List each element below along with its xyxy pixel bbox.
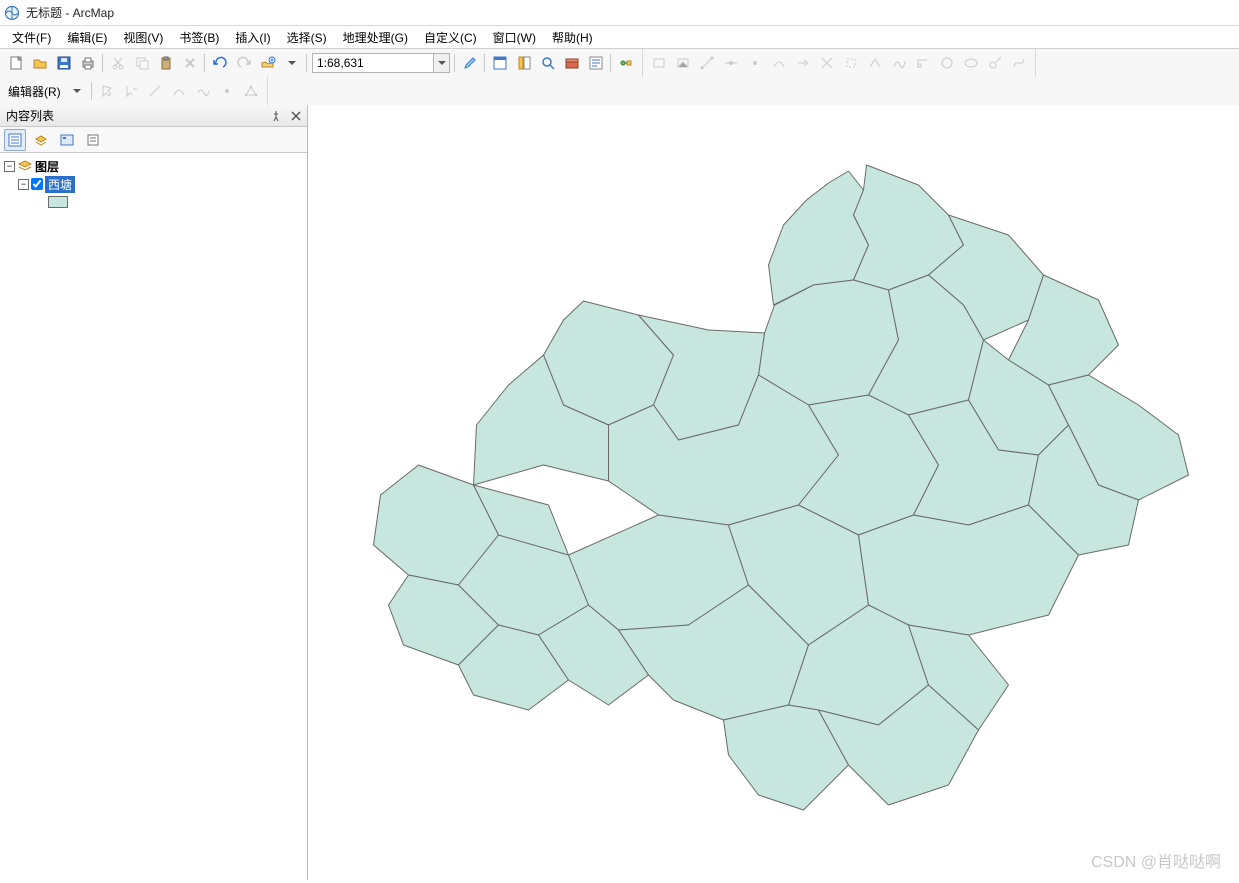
- toc-tab-source[interactable]: [30, 129, 52, 151]
- draw-square-icon[interactable]: [840, 52, 862, 74]
- toc-tree: − 图层 − 西塘: [0, 153, 307, 880]
- toc-title-bar: 内容列表: [0, 105, 307, 127]
- toc-title: 内容列表: [6, 107, 54, 124]
- editor-tb-icon[interactable]: [459, 52, 481, 74]
- cut-button[interactable]: [107, 52, 129, 74]
- separator: [304, 52, 310, 74]
- draw-arc-icon[interactable]: [768, 52, 790, 74]
- menu-bar: 文件(F) 编辑(E) 视图(V) 书签(B) 插入(I) 选择(S) 地理处理…: [0, 26, 1239, 48]
- redo-button[interactable]: [233, 52, 255, 74]
- toc-window-button[interactable]: [489, 52, 511, 74]
- separator: [482, 52, 488, 74]
- drawing-toolbar: [643, 49, 1036, 77]
- draw-circle-icon[interactable]: [936, 52, 958, 74]
- draw-rect-icon[interactable]: [648, 52, 670, 74]
- toc-tab-visibility[interactable]: [56, 129, 78, 151]
- undo-button[interactable]: [209, 52, 231, 74]
- edit-tool-icon[interactable]: [96, 80, 118, 102]
- add-data-dd[interactable]: [281, 52, 303, 74]
- search-window-button[interactable]: [537, 52, 559, 74]
- edit-anno-tool-icon[interactable]: [120, 80, 142, 102]
- draw-end-icon[interactable]: [792, 52, 814, 74]
- menu-view[interactable]: 视图(V): [115, 27, 171, 48]
- menu-file[interactable]: 文件(F): [4, 27, 59, 48]
- paste-button[interactable]: [155, 52, 177, 74]
- toc-tab-selection[interactable]: [82, 129, 104, 151]
- draw-segment-icon[interactable]: [864, 52, 886, 74]
- menu-bookmark[interactable]: 书签(B): [171, 27, 227, 48]
- draw-polyrect-icon[interactable]: [672, 52, 694, 74]
- close-icon[interactable]: [288, 108, 304, 124]
- polygon-swatch-icon[interactable]: [48, 196, 68, 208]
- menu-help[interactable]: 帮助(H): [544, 27, 601, 48]
- layer-name[interactable]: 西塘: [45, 176, 75, 193]
- separator: [89, 80, 95, 102]
- print-button[interactable]: [77, 52, 99, 74]
- map-view[interactable]: CSDN @肖哒哒啊: [308, 105, 1239, 880]
- menu-select[interactable]: 选择(S): [279, 27, 335, 48]
- python-window-button[interactable]: [585, 52, 607, 74]
- draw-tangent-icon[interactable]: [984, 52, 1006, 74]
- tree-layer-row[interactable]: − 西塘: [4, 175, 303, 193]
- tree-root[interactable]: − 图层: [4, 157, 303, 175]
- modelbuilder-button[interactable]: [615, 52, 637, 74]
- menu-geoproc[interactable]: 地理处理(G): [335, 27, 416, 48]
- workspace: 内容列表 − 图层 − 西塘: [0, 105, 1239, 880]
- draw-intersect-icon[interactable]: [816, 52, 838, 74]
- editor-menu[interactable]: 编辑器(R): [4, 83, 65, 100]
- open-button[interactable]: [29, 52, 51, 74]
- menu-edit[interactable]: 编辑(E): [59, 27, 115, 48]
- menu-insert[interactable]: 插入(I): [227, 27, 278, 48]
- separator: [608, 52, 614, 74]
- draw-midpoint-icon[interactable]: [720, 52, 742, 74]
- minus-icon[interactable]: −: [18, 179, 29, 190]
- draw-point-icon[interactable]: [744, 52, 766, 74]
- toc-panel: 内容列表 − 图层 − 西塘: [0, 105, 308, 880]
- add-data-button[interactable]: [257, 52, 279, 74]
- scale-dropdown[interactable]: [433, 54, 449, 72]
- title-bar: 无标题 - ArcMap: [0, 0, 1239, 26]
- draw-line-icon[interactable]: [696, 52, 718, 74]
- scale-combo[interactable]: [312, 53, 450, 73]
- draw-ellipse-icon[interactable]: [960, 52, 982, 74]
- toc-tab-drawing-order[interactable]: [4, 129, 26, 151]
- minus-icon[interactable]: −: [4, 161, 15, 172]
- edit-trace-icon[interactable]: [192, 80, 214, 102]
- catalog-window-button[interactable]: [513, 52, 535, 74]
- editor-toolbar: 编辑器(R): [0, 77, 268, 105]
- layer-visibility-checkbox[interactable]: [31, 178, 43, 190]
- pin-icon[interactable]: [268, 108, 284, 124]
- tree-symbol-row[interactable]: [4, 193, 303, 211]
- standard-toolbar: [0, 49, 643, 77]
- toc-tabs: [0, 127, 307, 153]
- edit-point-icon[interactable]: [216, 80, 238, 102]
- menu-customize[interactable]: 自定义(C): [416, 27, 485, 48]
- menu-window[interactable]: 窗口(W): [485, 27, 544, 48]
- copy-button[interactable]: [131, 52, 153, 74]
- editor-dd[interactable]: [66, 80, 88, 102]
- app-icon: [4, 5, 20, 21]
- draw-trace-icon[interactable]: [888, 52, 910, 74]
- arctoolbox-button[interactable]: [561, 52, 583, 74]
- draw-rtangle-icon[interactable]: [912, 52, 934, 74]
- layers-icon: [17, 158, 33, 174]
- separator: [452, 52, 458, 74]
- separator: [100, 52, 106, 74]
- map-canvas[interactable]: [308, 105, 1239, 880]
- draw-bezier-icon[interactable]: [1008, 52, 1030, 74]
- toolbar-row-1: 编辑器(R): [0, 48, 1239, 106]
- new-button[interactable]: [5, 52, 27, 74]
- window-title: 无标题 - ArcMap: [26, 4, 114, 21]
- edit-line-icon[interactable]: [144, 80, 166, 102]
- edit-vertices-icon[interactable]: [240, 80, 262, 102]
- delete-button[interactable]: [179, 52, 201, 74]
- edit-arc-icon[interactable]: [168, 80, 190, 102]
- tree-root-label: 图层: [35, 158, 59, 175]
- separator: [202, 52, 208, 74]
- scale-input[interactable]: [313, 54, 433, 72]
- save-button[interactable]: [53, 52, 75, 74]
